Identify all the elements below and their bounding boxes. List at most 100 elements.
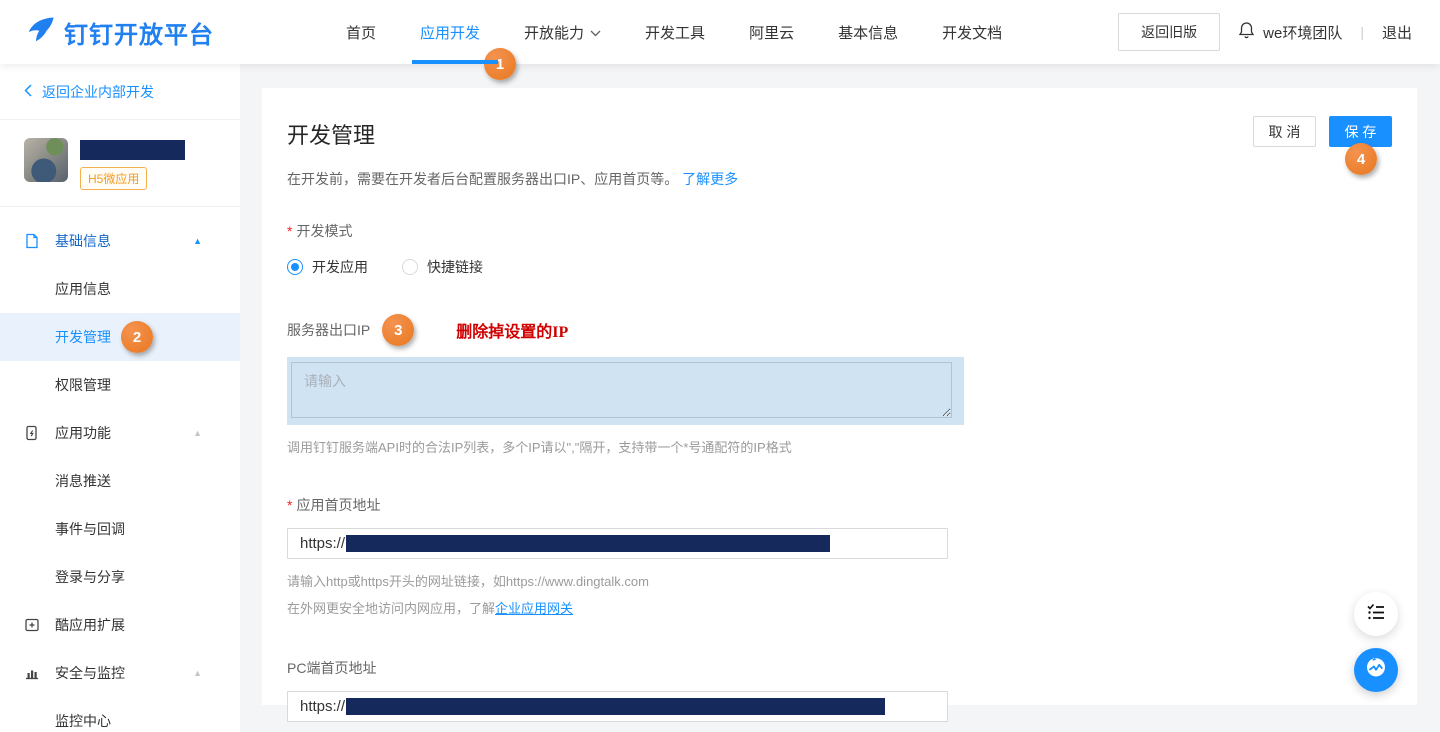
account-area[interactable]: we环境团队	[1238, 21, 1342, 43]
radio-dev-app[interactable]: 开发应用	[287, 257, 368, 277]
sidebar-menu: 基础信息 ▲ 应用信息 开发管理 2 权限管理 应用功能 ▲ 消息推送 事件与回…	[0, 207, 240, 732]
url-redaction	[346, 535, 830, 552]
bar-chart-icon	[24, 665, 40, 681]
chevron-left-icon	[24, 84, 32, 100]
app-name-redacted	[80, 140, 185, 160]
radio-label: 快捷链接	[427, 257, 483, 277]
app-type-tag: H5微应用	[80, 167, 147, 190]
chevron-up-icon: ▲	[193, 236, 202, 246]
server-ip-section: 服务器出口IP 3 删除掉设置的IP 调用钉钉服务端API时的合法IP列表，多个…	[287, 314, 1392, 458]
nav-open-capability[interactable]: 开放能力	[524, 0, 601, 64]
required-asterisk: *	[287, 497, 292, 513]
url-redaction	[346, 698, 885, 715]
header-divider: |	[1360, 24, 1364, 40]
nav-home[interactable]: 首页	[346, 0, 376, 64]
chevron-down-icon	[590, 24, 601, 41]
phone-bolt-icon	[24, 425, 40, 441]
app-home-helper2: 在外网更安全地访问内网应用，了解企业应用网关	[287, 598, 1392, 617]
server-ip-helper: 调用钉钉服务端API时的合法IP列表，多个IP请以","隔开，支持带一个*号通配…	[287, 437, 1392, 458]
team-name: we环境团队	[1263, 22, 1342, 43]
nav-dev-docs[interactable]: 开发文档	[942, 0, 1002, 64]
top-header: 钉钉开放平台 首页 应用开发 1 开放能力 开发工具 阿里云 基本信息 开发文档…	[0, 0, 1440, 64]
logo-text: 钉钉开放平台	[64, 15, 214, 50]
dingtalk-wing-icon	[26, 15, 56, 50]
app-home-label: * 应用首页地址	[287, 495, 1392, 515]
app-avatar	[24, 138, 68, 182]
annotation-badge-2: 2	[121, 321, 153, 353]
todo-list-float-button[interactable]	[1354, 592, 1398, 636]
page-subtitle: 在开发前，需要在开发者后台配置服务器出口IP、应用首页等。 了解更多	[287, 169, 1392, 189]
sidebar-item-monitor-center[interactable]: 监控中心	[0, 697, 240, 732]
annotation-badge-1: 1	[484, 48, 516, 80]
server-ip-label-row: 服务器出口IP 3 删除掉设置的IP	[287, 314, 1392, 346]
dingtalk-assistant-float-button[interactable]	[1354, 648, 1398, 692]
radio-quick-link[interactable]: 快捷链接	[402, 257, 483, 277]
sidebar-item-label: 安全与监控	[55, 663, 125, 683]
square-plus-icon	[24, 617, 40, 633]
main-area: 取 消 保 存 4 开发管理 在开发前，需要在开发者后台配置服务器出口IP、应用…	[240, 64, 1440, 732]
dev-management-card: 取 消 保 存 4 开发管理 在开发前，需要在开发者后台配置服务器出口IP、应用…	[262, 88, 1417, 705]
chevron-up-icon: ▲	[193, 428, 202, 438]
pc-home-input[interactable]: https://	[287, 691, 948, 722]
doc-icon	[24, 233, 40, 249]
sidebar-item-events-callback[interactable]: 事件与回调	[0, 505, 240, 553]
sidebar-item-label: 开发管理	[55, 327, 111, 347]
sidebar-item-app-info[interactable]: 应用信息	[0, 265, 240, 313]
sidebar-item-basic-info[interactable]: 基础信息 ▲	[0, 217, 240, 265]
top-nav: 首页 应用开发 1 开放能力 开发工具 阿里云 基本信息 开发文档	[346, 0, 1002, 64]
red-annotation-text: 删除掉设置的IP	[456, 318, 568, 342]
sidebar-item-security-monitor[interactable]: 安全与监控 ▲	[0, 649, 240, 697]
dev-mode-label: * 开发模式	[287, 221, 1392, 241]
back-old-version-button[interactable]: 返回旧版	[1118, 13, 1220, 51]
back-to-internal-dev-link[interactable]: 返回企业内部开发	[0, 64, 240, 120]
checklist-icon	[1365, 601, 1387, 628]
bell-icon[interactable]	[1238, 21, 1255, 43]
sidebar-item-label: 酷应用扩展	[55, 615, 125, 635]
nav-app-dev[interactable]: 应用开发 1	[420, 0, 480, 64]
pc-home-section: PC端首页地址 https:// 用户可以在PC版钉钉工作台上打开这个应用并显示…	[287, 658, 1392, 732]
subtitle-text: 在开发前，需要在开发者后台配置服务器出口IP、应用首页等。	[287, 171, 678, 187]
app-home-input[interactable]: https://	[287, 528, 948, 559]
radio-unchecked-icon[interactable]	[402, 259, 418, 275]
sidebar-item-label: 应用功能	[55, 423, 111, 443]
chevron-up-icon: ▲	[193, 668, 202, 678]
app-home-section: * 应用首页地址 https:// 请输入http或https开头的网址链接，如…	[287, 495, 1392, 617]
nav-open-capability-label: 开放能力	[524, 22, 584, 43]
learn-more-link[interactable]: 了解更多	[682, 171, 738, 187]
annotation-badge-3: 3	[382, 314, 414, 346]
server-ip-label: 服务器出口IP	[287, 320, 370, 340]
dingtalk-icon	[1363, 655, 1389, 686]
sidebar-item-login-share[interactable]: 登录与分享	[0, 553, 240, 601]
nav-dev-tools[interactable]: 开发工具	[645, 0, 705, 64]
pc-home-label: PC端首页地址	[287, 658, 1392, 678]
radio-checked-icon[interactable]	[287, 259, 303, 275]
sidebar-item-permission[interactable]: 权限管理	[0, 361, 240, 409]
nav-app-dev-label: 应用开发	[420, 22, 480, 43]
helper2-text: 在外网更安全地访问内网应用，了解	[287, 601, 495, 616]
sidebar-item-label: 基础信息	[55, 231, 111, 251]
enterprise-gateway-link[interactable]: 企业应用网关	[495, 601, 573, 616]
sidebar-item-message-push[interactable]: 消息推送	[0, 457, 240, 505]
nav-basic-info[interactable]: 基本信息	[838, 0, 898, 64]
sidebar-item-cool-app[interactable]: 酷应用扩展	[0, 601, 240, 649]
header-right: 返回旧版 we环境团队 | 退出	[1118, 13, 1440, 51]
sidebar-item-dev-management[interactable]: 开发管理 2	[0, 313, 240, 361]
logout-link[interactable]: 退出	[1382, 22, 1412, 43]
cancel-button[interactable]: 取 消	[1253, 116, 1316, 147]
dev-mode-section: * 开发模式 开发应用 快捷链接	[287, 221, 1392, 277]
url-prefix: https://	[300, 698, 345, 715]
sidebar: 返回企业内部开发 H5微应用 基础信息 ▲ 应用信息 开发管理 2 权限管理	[0, 64, 240, 732]
required-asterisk: *	[287, 223, 292, 239]
nav-aliyun[interactable]: 阿里云	[749, 0, 794, 64]
ip-highlight-overlay	[287, 357, 964, 425]
app-info-block: H5微应用	[0, 120, 240, 207]
dingtalk-logo[interactable]: 钉钉开放平台	[0, 15, 250, 50]
sidebar-item-app-features[interactable]: 应用功能 ▲	[0, 409, 240, 457]
app-home-helper1: 请输入http或https开头的网址链接，如https://www.dingta…	[287, 571, 1392, 592]
annotation-badge-4: 4	[1345, 143, 1377, 175]
back-link-label: 返回企业内部开发	[42, 82, 154, 102]
radio-label: 开发应用	[312, 257, 368, 277]
server-ip-textarea[interactable]	[291, 362, 952, 418]
page-title: 开发管理	[287, 88, 1392, 150]
url-prefix: https://	[300, 535, 345, 552]
